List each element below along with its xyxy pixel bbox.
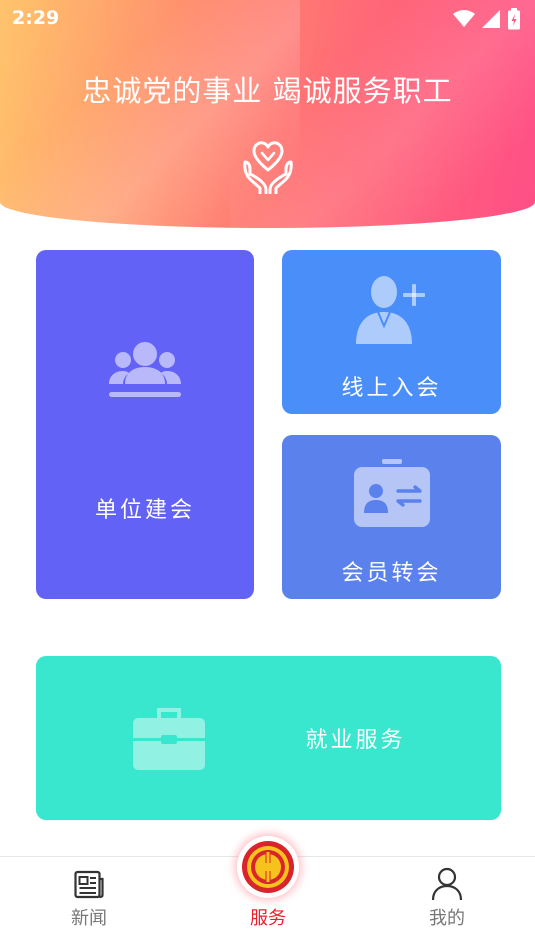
hands-heart-icon [243,141,293,194]
nav-label-mine: 我的 [429,908,465,929]
nav-label-news: 新闻 [71,908,107,929]
tile-unit-union[interactable]: 单位建会 [36,250,254,599]
nav-item-news[interactable]: 新闻 [29,857,149,952]
tile-online-join[interactable]: 线上入会 [282,250,501,414]
battery-icon [508,8,520,30]
tile-unit-label: 单位建会 [94,498,195,523]
status-icons [453,8,521,30]
status-bar: 2:29 [0,0,535,36]
group-icon [109,342,181,397]
nav-service-emblem[interactable] [237,836,299,898]
user-icon [431,867,463,901]
id-card-transfer-icon [354,459,430,527]
tile-job-service[interactable]: 就业服务 [36,656,501,820]
signal-icon [482,10,500,28]
tile-member-transfer[interactable]: 会员转会 [282,435,501,599]
wifi-icon [453,10,475,27]
tile-join-label: 线上入会 [341,376,442,401]
add-user-icon [356,276,425,344]
header-banner: 2:29 忠诚党的事业 竭诚服务职工 [0,0,535,228]
union-emblem-icon [242,841,294,893]
briefcase-icon [133,708,205,770]
tile-job-label: 就业服务 [305,728,406,753]
header-slogan: 忠诚党的事业 竭诚服务职工 [82,74,453,108]
nav-label-service: 服务 [250,908,286,929]
tile-transfer-label: 会员转会 [341,561,442,586]
nav-item-mine[interactable]: 我的 [387,857,507,952]
status-time: 2:29 [12,7,60,29]
newspaper-icon [74,870,104,899]
